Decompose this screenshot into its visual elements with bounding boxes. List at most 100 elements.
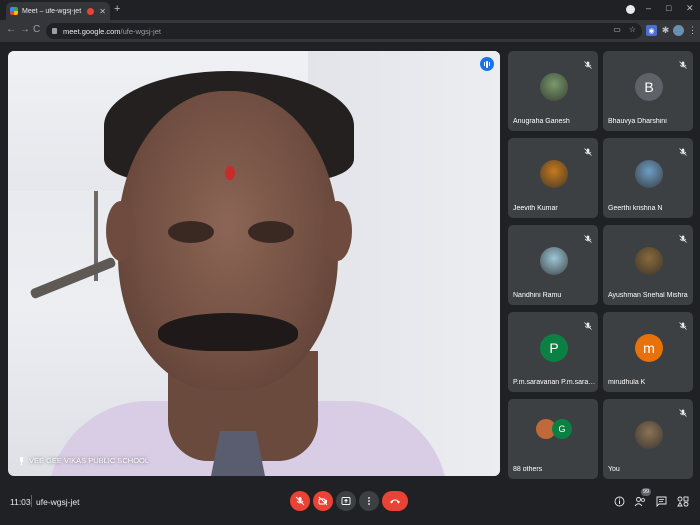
main-video-feed[interactable]: VEE GEE VIKAS PUBLIC SCHOOL — [8, 51, 500, 476]
info-icon — [614, 496, 625, 507]
mic-off-icon — [584, 61, 592, 69]
participant-name: 88 others — [513, 466, 543, 473]
participant-avatar — [635, 421, 663, 449]
profile-icon[interactable] — [626, 5, 635, 14]
forward-button[interactable]: → — [20, 24, 30, 35]
back-button[interactable]: ← — [6, 24, 16, 35]
mic-muted-indicator — [584, 318, 592, 336]
participant-tile[interactable]: P P.m.saravanan P.m.saravanan — [508, 312, 598, 392]
mic-off-icon — [584, 148, 592, 156]
chat-icon — [656, 496, 667, 508]
activities-shapes-icon — [677, 496, 689, 507]
present-screen-button[interactable] — [336, 491, 356, 511]
chat-button[interactable] — [656, 494, 667, 512]
meet-favicon-icon — [10, 7, 18, 15]
extensions-puzzle-icon[interactable]: ✱ — [660, 25, 671, 36]
profile-avatar-icon[interactable] — [673, 25, 684, 36]
participant-avatar: G — [552, 419, 572, 439]
participant-name: You — [608, 466, 620, 473]
participant-avatar: P — [540, 334, 568, 362]
participant-avatar — [540, 160, 568, 188]
mic-muted-indicator — [679, 231, 687, 249]
participants-button[interactable] — [634, 494, 646, 512]
participant-name: Jeevith Kumar — [513, 205, 558, 212]
mic-off-icon — [584, 235, 592, 243]
window-close-button[interactable]: ✕ — [686, 3, 694, 14]
participant-tile[interactable]: Anugraha Ganesh — [508, 51, 598, 131]
maximize-button[interactable]: □ — [666, 3, 671, 13]
presenter-name-label: VEE GEE VIKAS PUBLIC SCHOOL — [18, 456, 149, 465]
meeting-details-button[interactable] — [614, 494, 625, 512]
mic-muted-indicator — [584, 231, 592, 249]
participant-name: Anugraha Ganesh — [513, 118, 570, 125]
mic-off-icon — [679, 61, 687, 69]
presenter-tilak — [225, 166, 235, 180]
recording-indicator-icon — [87, 7, 95, 15]
divider — [31, 495, 32, 507]
participant-name: mirudhula K — [608, 379, 646, 386]
presenter-ear-right — [322, 201, 352, 261]
mic-off-icon — [584, 322, 592, 330]
presenter-eye-left — [168, 221, 214, 243]
participant-tile[interactable]: G 88 others — [508, 399, 598, 479]
participant-avatar — [540, 73, 568, 101]
mic-muted-indicator — [679, 144, 687, 162]
participant-name: Ayushman Snehal Mishra — [608, 292, 688, 299]
hang-up-icon — [390, 499, 400, 504]
mic-off-icon — [679, 409, 687, 417]
browser-tab[interactable]: Meet – ufe-wgsj-jet ✕ — [6, 2, 110, 20]
presenter-mustache — [158, 313, 298, 351]
participant-tile[interactable]: Ayushman Snehal Mishra — [603, 225, 693, 305]
lock-icon — [52, 28, 57, 34]
tab-title: Meet – ufe-wgsj-jet — [22, 7, 82, 15]
participant-name: Geerthi krishna N — [608, 205, 663, 212]
participant-tile[interactable]: Nandhini Ramu — [508, 225, 598, 305]
presenter-eye-right — [248, 221, 294, 243]
participant-tile[interactable]: Jeevith Kumar — [508, 138, 598, 218]
reload-button[interactable]: C — [33, 24, 40, 35]
participant-tile[interactable]: m mirudhula K — [603, 312, 693, 392]
mic-muted-indicator — [679, 318, 687, 336]
bookmark-star-icon[interactable]: ☆ — [629, 25, 636, 34]
leave-call-button[interactable] — [382, 491, 408, 511]
camera-permission-icon[interactable]: ▭ — [613, 25, 621, 34]
clock: 11:03 — [10, 497, 31, 507]
mic-off-icon — [679, 322, 687, 330]
browser-toolbar: ← → C meet.google.com/ufe-wgsj-jet ▭ ☆ ◉… — [0, 20, 700, 42]
url-host: meet.google.com — [63, 26, 121, 36]
participant-name: P.m.saravanan P.m.saravanan — [513, 379, 597, 386]
participant-tile[interactable]: B Bhauvya Dharshini — [603, 51, 693, 131]
url-path: /ufe-wgsj-jet — [120, 26, 161, 36]
participant-tile[interactable]: You — [603, 399, 693, 479]
meeting-control-bar: 11:03 ufe-wgsj-jet — [0, 485, 700, 525]
participant-avatar: B — [635, 73, 663, 101]
activities-button[interactable] — [677, 494, 689, 512]
mic-off-icon — [295, 496, 305, 506]
more-options-button[interactable] — [359, 491, 379, 511]
camera-off-icon — [318, 496, 328, 506]
mic-off-icon — [679, 148, 687, 156]
people-icon — [634, 497, 645, 507]
microphone-toggle-button[interactable] — [290, 491, 310, 511]
participant-count-badge: 99 — [641, 488, 651, 496]
participant-avatar — [635, 247, 663, 275]
new-tab-button[interactable]: + — [114, 3, 120, 15]
tab-close-button[interactable]: ✕ — [99, 7, 106, 16]
mic-muted-indicator — [584, 144, 592, 162]
speaking-indicator-icon — [480, 57, 494, 71]
participant-avatar — [540, 247, 568, 275]
more-vertical-icon — [368, 497, 370, 505]
browser-menu-button[interactable]: ⋮ — [687, 25, 698, 36]
presenter-ear-left — [106, 201, 136, 261]
address-bar[interactable]: meet.google.com/ufe-wgsj-jet ▭ ☆ — [46, 23, 642, 39]
mic-muted-indicator — [584, 57, 592, 75]
pin-icon — [20, 456, 23, 465]
participant-tile[interactable]: Geerthi krishna N — [603, 138, 693, 218]
participant-name: Nandhini Ramu — [513, 292, 562, 299]
extension-icon[interactable]: ◉ — [646, 25, 657, 36]
present-icon — [341, 497, 351, 505]
browser-tab-bar: Meet – ufe-wgsj-jet ✕ + – □ ✕ — [0, 0, 700, 20]
presenter-name: VEE GEE VIKAS PUBLIC SCHOOL — [29, 456, 150, 465]
camera-toggle-button[interactable] — [313, 491, 333, 511]
minimize-button[interactable]: – — [646, 3, 651, 13]
